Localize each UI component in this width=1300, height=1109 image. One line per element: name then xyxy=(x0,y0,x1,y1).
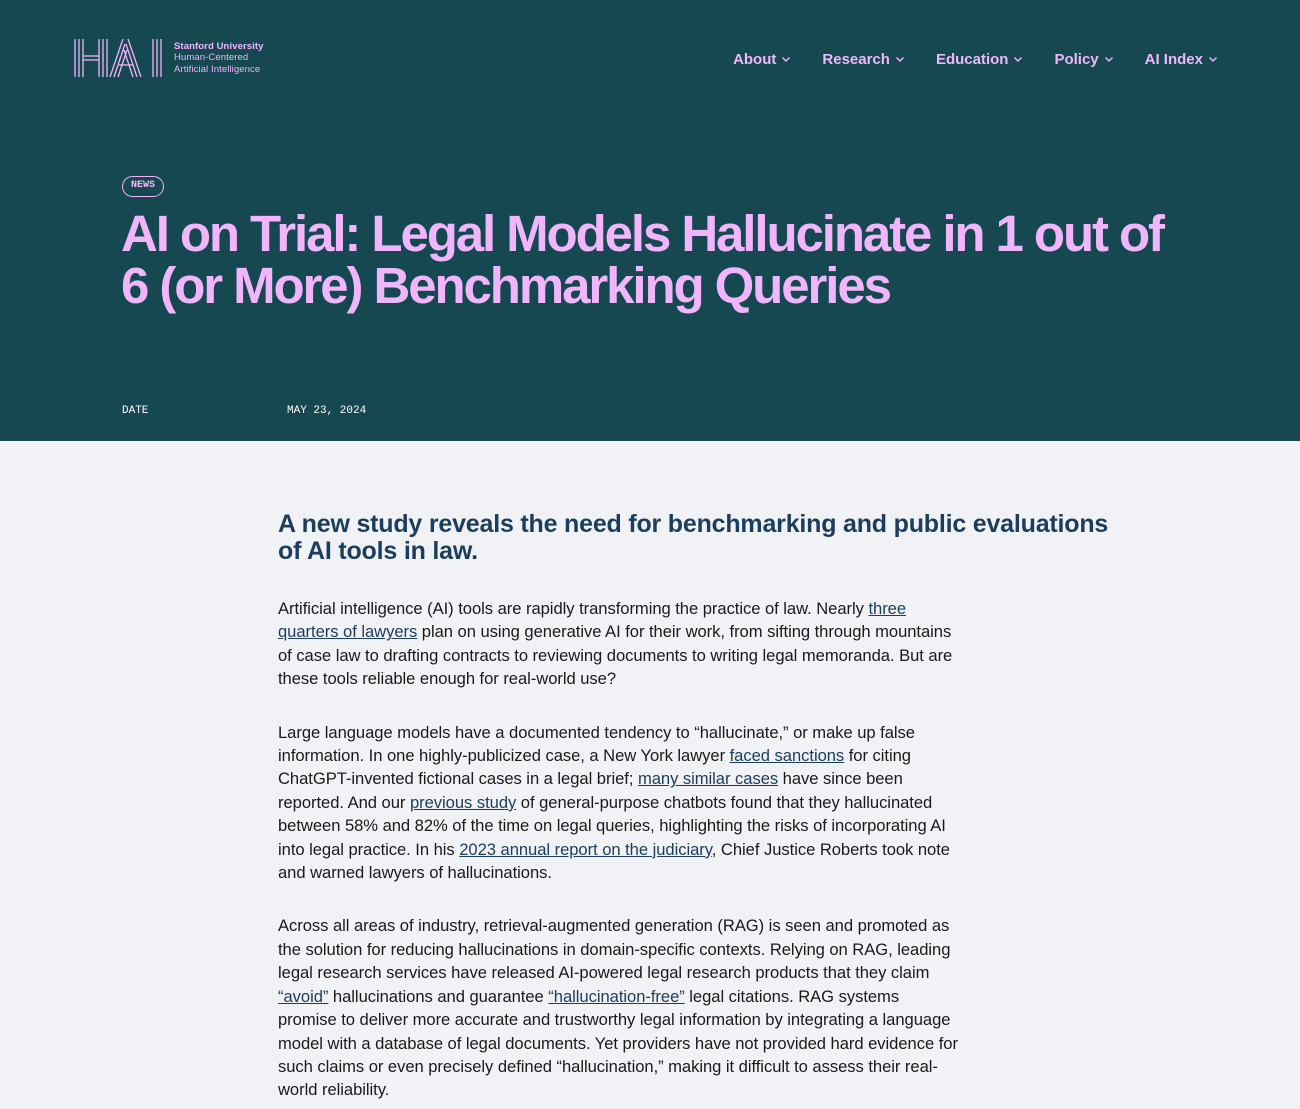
paragraph-text: Artificial intelligence (AI) tools are r… xyxy=(278,599,869,618)
link-hallucination-free[interactable]: “hallucination-free” xyxy=(548,987,684,1006)
paragraph-text: Across all areas of industry, retrieval-… xyxy=(278,916,951,983)
chevron-down-icon xyxy=(1014,57,1023,62)
news-badge[interactable]: NEWS xyxy=(122,176,165,197)
nav-research[interactable]: Research xyxy=(822,49,905,69)
nav-policy[interactable]: Policy xyxy=(1054,49,1113,69)
nav-ai-index-label: AI Index xyxy=(1144,50,1203,68)
nav-education-label: Education xyxy=(935,50,1009,68)
nav-research-label: Research xyxy=(822,50,890,68)
nav-about-label: About xyxy=(733,50,777,68)
nav-policy-label: Policy xyxy=(1054,50,1099,68)
logo-line-ai: Artificial Intelligence xyxy=(174,63,261,75)
nav-ai-index[interactable]: AI Index xyxy=(1145,49,1218,69)
paragraph-2: Large language models have a documented … xyxy=(278,721,958,885)
article-body: A new study reveals the need for benchma… xyxy=(278,511,1138,1102)
article-title: AI on Trial: Legal Models Hallucinate in… xyxy=(121,205,1165,314)
hai-logo[interactable]: Stanford University Human-Centered Artif… xyxy=(74,38,264,78)
date-value: MAY 23, 2024 xyxy=(287,405,367,417)
date-label: DATE xyxy=(122,405,149,417)
link-previous-study[interactable]: previous study xyxy=(410,793,516,812)
paragraph-text: hallucinations and guarantee xyxy=(328,986,549,1006)
nav-about[interactable]: About xyxy=(733,49,791,69)
chevron-down-icon xyxy=(1209,57,1217,62)
hero-header: Stanford University Human-Centered Artif… xyxy=(0,0,1300,441)
chevron-down-icon xyxy=(1104,57,1113,62)
chevron-down-icon xyxy=(895,57,904,62)
link-annual-report-judiciary[interactable]: 2023 annual report on the judiciary xyxy=(459,840,712,859)
hai-logo-icon xyxy=(74,38,162,78)
nav-education[interactable]: Education xyxy=(936,49,1024,69)
link-faced-sanctions[interactable]: faced sanctions xyxy=(730,746,845,765)
link-many-similar-cases[interactable]: many similar cases xyxy=(638,769,778,788)
main-nav: About Research Education Policy AI Index xyxy=(733,49,1218,69)
logo-line-university: Stanford University xyxy=(174,40,264,52)
link-avoid[interactable]: “avoid” xyxy=(278,987,328,1006)
chevron-down-icon xyxy=(782,57,791,62)
paragraph-3: Across all areas of industry, retrieval-… xyxy=(278,914,958,1101)
logo-line-human-centered: Human-Centered xyxy=(174,52,249,64)
paragraph-1: Artificial intelligence (AI) tools are r… xyxy=(278,597,958,691)
article-subtitle: A new study reveals the need for benchma… xyxy=(278,510,1109,565)
logo-text: Stanford University Human-Centered Artif… xyxy=(174,41,264,76)
